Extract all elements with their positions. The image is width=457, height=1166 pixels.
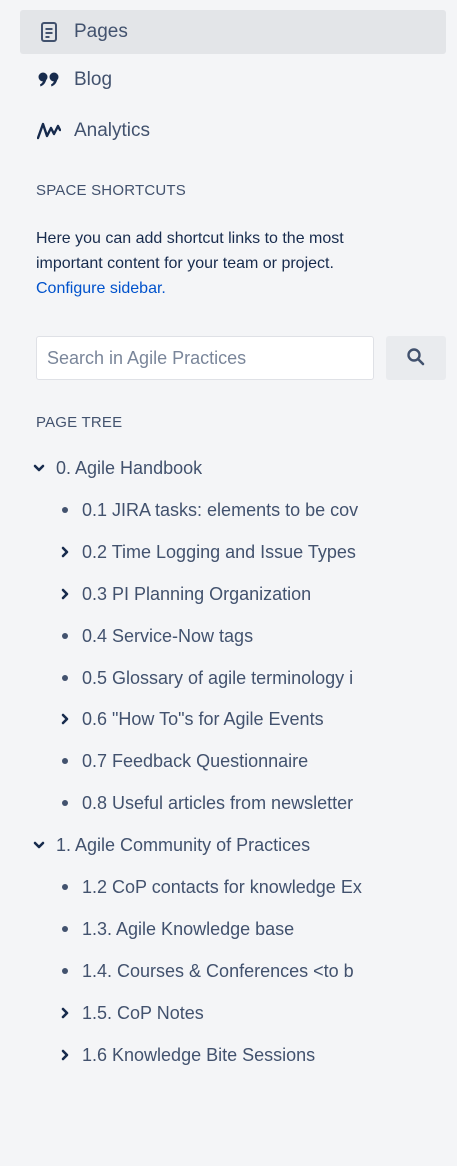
page-tree-item-label: 0.2 Time Logging and Issue Types [82,541,356,562]
sidebar-item-analytics[interactable]: Analytics [20,109,446,153]
configure-sidebar-link[interactable]: Configure sidebar. [36,280,166,297]
page-tree-item-label: 0.7 Feedback Questionnaire [82,750,309,771]
page-tree-item[interactable]: 1.6 Knowledge Bite Sessions [56,1039,446,1071]
page-tree-item-label: 1. Agile Community of Practices [56,834,311,855]
page-tree-item-label: 0.8 Useful articles from newsletter [82,792,354,813]
page-tree-item-label: 1.3. Agile Knowledge base [82,918,295,939]
sidebar-item-pages[interactable]: Pages [20,10,446,54]
chevron-right-icon[interactable] [56,1039,74,1071]
blog-quote-icon [36,67,62,93]
sidebar-item-label: Blog [74,69,113,90]
page-tree-item[interactable]: 1.5. CoP Notes [56,997,446,1029]
chevron-right-icon[interactable] [56,536,74,568]
page-tree-item-label: 1.6 Knowledge Bite Sessions [82,1044,316,1065]
page-tree-heading: PAGE TREE [36,414,123,431]
bullet-icon [56,913,74,945]
chevron-right-icon[interactable] [56,578,74,610]
chevron-down-icon[interactable] [30,452,48,484]
page-tree-item-label: 1.4. Courses & Conferences <to b [82,960,354,981]
page-tree-item[interactable]: 1. Agile Community of Practices [30,829,446,861]
pages-icon [36,19,62,45]
page-tree-item-label: 0.6 "How To"s for Agile Events [82,708,324,729]
page-tree-item-label: 0.3 PI Planning Organization [82,583,312,604]
bullet-icon [56,871,74,903]
bullet-icon [56,745,74,777]
page-tree-item-label: 0.4 Service-Now tags [82,625,254,646]
page-tree-item[interactable]: 0.3 PI Planning Organization [56,578,446,610]
page-tree-item[interactable]: 0.8 Useful articles from newsletter [56,787,446,819]
page-tree-item[interactable]: 0.5 Glossary of agile terminology i [56,662,446,694]
page-tree-item-label: 1.5. CoP Notes [82,1002,204,1023]
page-tree-item[interactable]: 0.7 Feedback Questionnaire [56,745,446,777]
sidebar-item-label: Analytics [74,120,151,141]
space-shortcuts-heading: SPACE SHORTCUTS [36,182,186,199]
bullet-icon [56,662,74,694]
page-tree-item[interactable]: 0.6 "How To"s for Agile Events [56,703,446,735]
page-tree-item-label: 0. Agile Handbook [56,457,203,478]
page-tree-item[interactable]: 1.4. Courses & Conferences <to b [56,955,446,987]
search-icon [406,347,426,370]
shortcuts-help-line: important content for your team or proje… [36,255,334,272]
page-tree-item[interactable]: 1.2 CoP contacts for knowledge Ex [56,871,446,903]
sidebar-item-label: Pages [74,21,128,42]
chevron-right-icon[interactable] [56,997,74,1029]
analytics-icon [36,118,62,144]
page-tree-item[interactable]: 0.1 JIRA tasks: elements to be cov [56,494,446,526]
sidebar-item-blog[interactable]: Blog [20,58,446,102]
page-tree-item[interactable]: 0. Agile Handbook [30,452,446,484]
page-tree-item[interactable]: 0.4 Service-Now tags [56,620,446,652]
bullet-icon [56,787,74,819]
page-tree-item[interactable]: 0.2 Time Logging and Issue Types [56,536,446,568]
bullet-icon [56,955,74,987]
bullet-icon [56,494,74,526]
search-input[interactable] [36,336,374,380]
search-button[interactable] [386,336,446,380]
page-tree-item-label: 1.2 CoP contacts for knowledge Ex [82,876,362,897]
shortcuts-help-line: Here you can add shortcut links to the m… [36,230,344,247]
page-tree-item[interactable]: 1.3. Agile Knowledge base [56,913,446,945]
page-tree-item-label: 0.1 JIRA tasks: elements to be cov [82,499,359,520]
chevron-right-icon[interactable] [56,703,74,735]
page-tree-item-label: 0.5 Glossary of agile terminology i [82,667,354,688]
space-sidebar: Pages Blog Analytics SPACE SHORTCUTS Her… [0,0,457,1166]
bullet-icon [56,620,74,652]
chevron-down-icon[interactable] [30,829,48,861]
shortcuts-help-text: Here you can add shortcut links to the m… [36,226,436,301]
